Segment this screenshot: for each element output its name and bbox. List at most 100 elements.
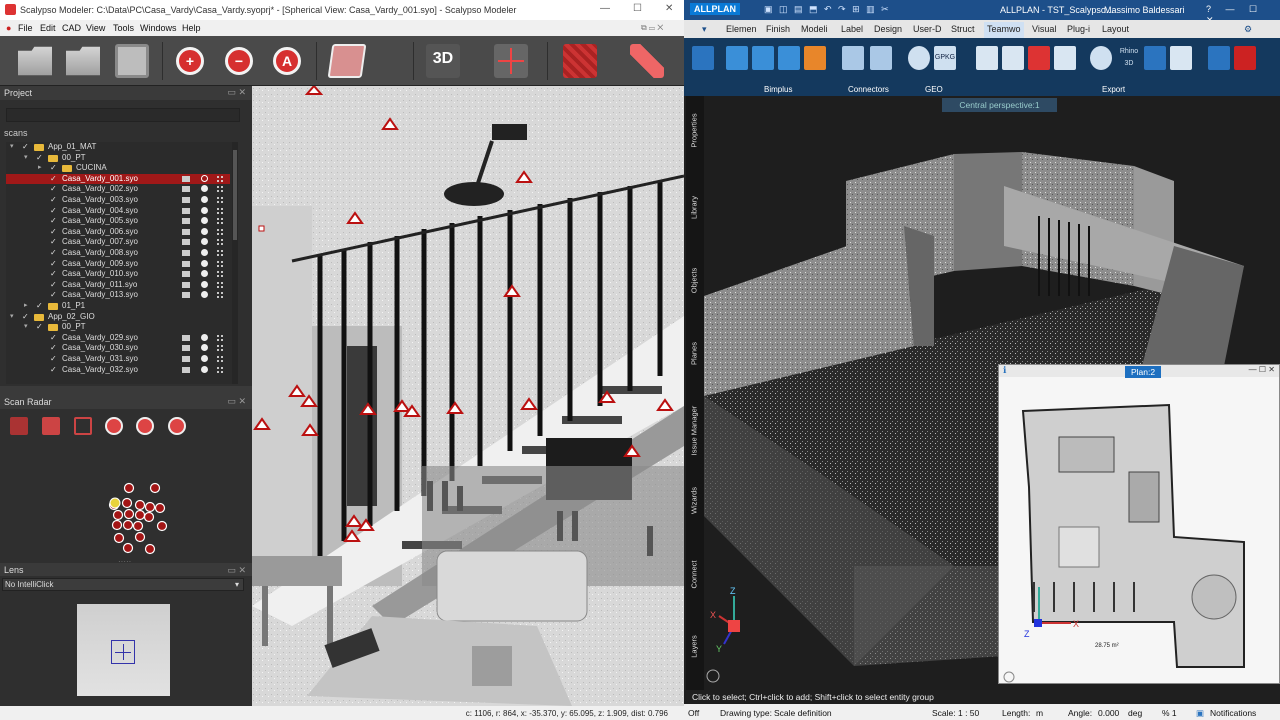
scan-color-icon[interactable] — [182, 345, 190, 352]
ribbon-toggle-icon[interactable] — [692, 46, 714, 70]
visibility-checkbox[interactable]: ✓ — [50, 269, 57, 278]
notifications-icon[interactable]: ▣ — [1196, 708, 1204, 719]
zoom-all-icon[interactable]: A — [273, 47, 301, 75]
tree-scan-item[interactable]: ✓ Casa_Vardy_005.syo — [6, 216, 230, 227]
percent-value[interactable]: % 1 — [1162, 708, 1177, 718]
tab-teamwork[interactable]: Teamwo — [984, 22, 1024, 38]
tree-scan-item[interactable]: ✓ Casa_Vardy_004.syo — [6, 206, 230, 217]
visibility-checkbox[interactable]: ✓ — [50, 206, 57, 215]
visibility-checkbox[interactable]: ✓ — [36, 301, 43, 310]
project-filter-input[interactable] — [6, 108, 240, 122]
scan-color-icon[interactable] — [182, 260, 190, 267]
tab-layers[interactable]: Layers — [690, 617, 699, 677]
visibility-checkbox[interactable]: ✓ — [36, 153, 43, 162]
scan-station-icon[interactable] — [201, 174, 208, 182]
radar-zoom-out-icon[interactable] — [136, 417, 154, 435]
zoom-out-icon[interactable]: − — [225, 47, 253, 75]
point-cloud-icon[interactable] — [216, 365, 225, 374]
scan-color-icon[interactable] — [182, 281, 190, 288]
maximize-icon[interactable]: ☐ — [633, 3, 642, 14]
scan-radar-map[interactable] — [100, 479, 180, 559]
tab-label[interactable]: Label — [841, 24, 863, 34]
point-cloud-icon[interactable] — [216, 238, 225, 247]
point-cloud-icon[interactable] — [216, 259, 225, 268]
export-ifc-icon[interactable] — [1002, 46, 1024, 70]
notifications-label[interactable]: Notifications — [1210, 708, 1256, 718]
scan-station-icon[interactable] — [201, 333, 208, 341]
close-icon[interactable]: ✕ — [665, 3, 673, 14]
minimize-icon[interactable]: — — [600, 3, 610, 14]
radar-zoom-all-icon[interactable] — [168, 417, 186, 435]
spherical-view[interactable] — [252, 86, 684, 706]
new-project-icon[interactable] — [18, 46, 52, 76]
collapse-icon[interactable]: ▾ — [10, 142, 14, 150]
menu-file[interactable]: File — [18, 23, 33, 33]
scan-color-icon[interactable] — [182, 239, 190, 246]
tree-folder[interactable]: ▸ ✓ CUCINA — [6, 163, 230, 174]
scan-color-icon[interactable] — [182, 250, 190, 256]
scan-color-icon[interactable] — [182, 218, 190, 225]
scan-station-icon[interactable] — [201, 365, 208, 373]
plan-navigation-icon[interactable] — [1003, 671, 1015, 683]
tab-user-defined[interactable]: User-D — [913, 24, 942, 34]
visibility-checkbox[interactable]: ✓ — [22, 312, 29, 321]
menu-tools[interactable]: Tools — [113, 23, 134, 33]
navigation-cube-icon[interactable] — [706, 669, 720, 683]
bimplus-download-icon[interactable] — [804, 46, 826, 70]
point-cloud-icon[interactable] — [216, 333, 225, 342]
tab-visual[interactable]: Visual — [1032, 24, 1056, 34]
geo-globe-icon[interactable] — [908, 46, 930, 70]
scan-station-icon[interactable] — [201, 206, 208, 214]
tab-wizards[interactable]: Wizards — [690, 471, 699, 531]
quick-access-toolbar[interactable]: ▣ ◫ ▤ ⬒ ↶ ↷ ⊞ ▥ ✂ — [764, 4, 891, 15]
point-cloud-icon[interactable] — [216, 174, 225, 183]
scan-station-icon[interactable] — [201, 217, 208, 225]
export-dwg-icon[interactable] — [976, 46, 998, 70]
point-cloud-icon[interactable] — [216, 206, 225, 215]
tree-folder[interactable]: ▾ ✓ App_02_GIO — [6, 312, 230, 323]
plan-window-controls[interactable]: — ☐ ✕ — [1249, 365, 1275, 374]
scan-color-icon[interactable] — [182, 356, 190, 362]
visibility-checkbox[interactable]: ✓ — [50, 365, 57, 374]
tree-scan-item[interactable]: ✓ Casa_Vardy_009.syo — [6, 259, 230, 270]
visibility-checkbox[interactable]: ✓ — [50, 184, 57, 193]
3d-view-button[interactable]: 3D — [426, 44, 460, 78]
panel-float-close-icon[interactable]: ▭ ✕ — [227, 565, 246, 576]
scan-station-icon[interactable] — [201, 227, 208, 235]
connector-layers-icon[interactable] — [870, 46, 892, 70]
visibility-checkbox[interactable]: ✓ — [50, 280, 57, 289]
expand-icon[interactable]: ▸ — [24, 301, 28, 309]
export-sketchup-icon[interactable] — [1090, 46, 1112, 70]
visibility-checkbox[interactable]: ✓ — [50, 333, 57, 342]
export-pdf-icon[interactable] — [1028, 46, 1050, 70]
radar-cube-solid-icon[interactable] — [42, 417, 60, 435]
point-cloud-icon[interactable] — [216, 355, 225, 363]
export-rhino-icon[interactable]: Rhino 3D — [1116, 46, 1142, 70]
visibility-checkbox[interactable]: ✓ — [50, 290, 57, 299]
visibility-checkbox[interactable]: ✓ — [50, 163, 57, 172]
panel-float-close-icon[interactable]: ▭ ✕ — [227, 87, 246, 98]
tree-scan-item[interactable]: ✓ Casa_Vardy_006.syo — [6, 227, 230, 238]
tree-scan-item[interactable]: ✓ Casa_Vardy_003.syo — [6, 195, 230, 206]
spherical-scan-image[interactable] — [252, 86, 684, 706]
menu-cad[interactable]: CAD — [62, 23, 81, 33]
scan-station-icon[interactable] — [201, 280, 208, 288]
point-cloud-icon[interactable] — [216, 280, 225, 289]
scan-station-icon[interactable] — [201, 270, 208, 278]
visibility-checkbox[interactable]: ✓ — [50, 195, 57, 204]
tab-connect[interactable]: Connect — [690, 545, 699, 605]
scalypso-cube-icon[interactable] — [1234, 46, 1256, 70]
tab-structural[interactable]: Struct — [951, 24, 975, 34]
tree-scan-item[interactable]: ✓ Casa_Vardy_029.syo — [6, 333, 230, 344]
perspective-viewport[interactable]: Central perspective:1 Z X Y ℹ Plan:2 — ☐… — [704, 96, 1280, 690]
point-cloud-icon[interactable] — [216, 227, 225, 236]
tree-scan-item[interactable]: ✓ Casa_Vardy_030.syo — [6, 343, 230, 354]
point-cloud-icon[interactable] — [216, 249, 225, 257]
menu-windows[interactable]: Windows — [140, 23, 177, 33]
tree-folder[interactable]: ▾ ✓ App_01_MAT — [6, 142, 230, 153]
crosshair-icon[interactable] — [494, 44, 528, 78]
angle-unit[interactable]: deg — [1128, 708, 1142, 718]
panel-float-close-icon[interactable]: ▭ ✕ — [227, 396, 246, 407]
expand-icon[interactable]: ▸ — [38, 163, 42, 171]
scan-color-icon[interactable] — [182, 207, 190, 214]
